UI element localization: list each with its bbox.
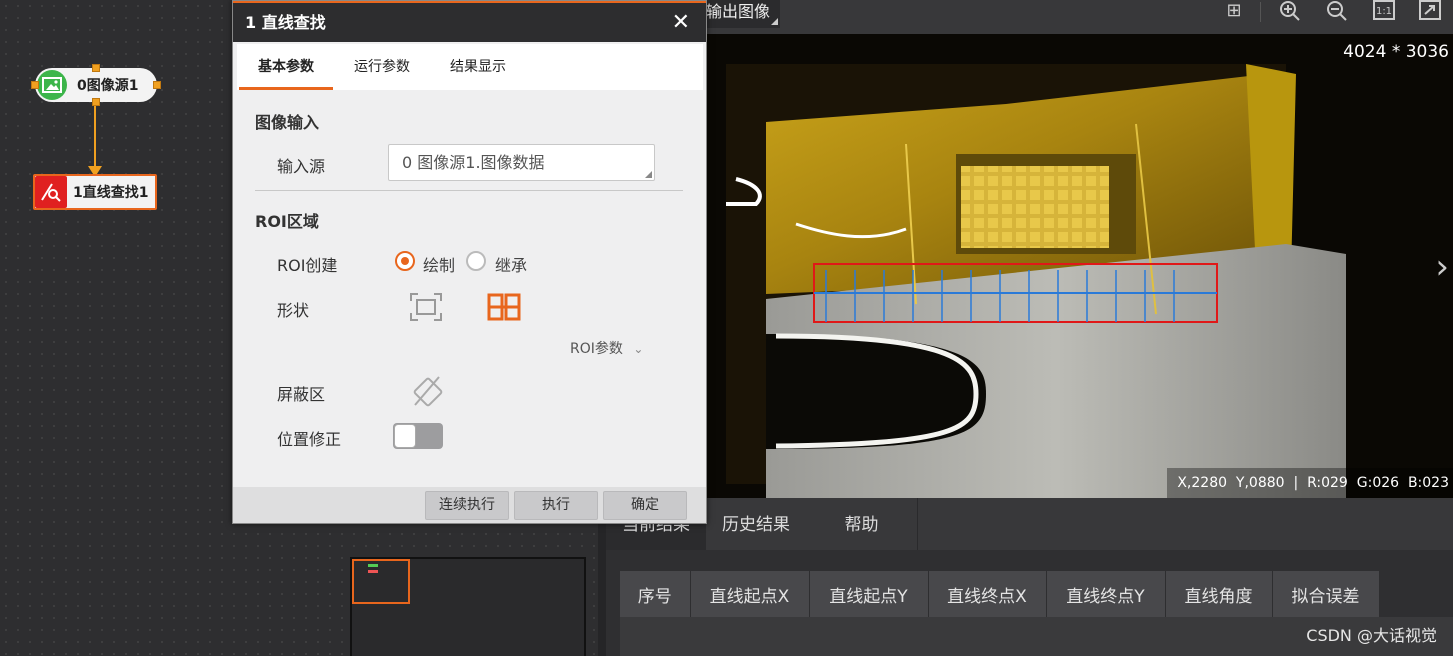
image-icon (37, 70, 67, 100)
line-find-icon (35, 176, 67, 208)
output-image-dropdown[interactable]: 输出图像 (700, 0, 781, 28)
tab-history-results[interactable]: 历史结果 (706, 498, 806, 550)
chevron-right-icon[interactable]: › (1435, 247, 1449, 287)
actual-size-icon[interactable]: 1:1 (1372, 0, 1396, 24)
shape-label: 形状 (277, 301, 310, 320)
column-header[interactable]: 直线终点Y (1046, 571, 1166, 617)
minimap-node (368, 564, 378, 567)
fit-window-icon[interactable] (1418, 0, 1442, 24)
results-table: 序号 直线起点X 直线起点Y 直线终点X 直线终点Y 直线角度 拟合误差 (620, 571, 1380, 617)
position-fix-label: 位置修正 (277, 430, 342, 449)
tab-result-display[interactable]: 结果显示 (431, 44, 525, 90)
roi-create-label: ROI创建 (277, 256, 338, 275)
pixel-g: G:026 (1356, 475, 1400, 491)
pixel-separator: | (1293, 475, 1299, 491)
position-fix-toggle[interactable] (393, 423, 443, 449)
minimap-viewport[interactable] (352, 559, 410, 604)
line-find-dialog: 1 直线查找 ✕ 基本参数 运行参数 结果显示 图像输入 输入源 0 图像源1.… (232, 0, 707, 524)
toolbar-divider (1260, 2, 1261, 22)
node-label: 0图像源1 (77, 78, 139, 94)
zoom-in-icon[interactable] (1278, 0, 1302, 24)
watermark: CSDN @大话视觉 (1306, 626, 1437, 645)
output-image-label: 输出图像 (706, 2, 771, 21)
minimap-node (368, 570, 378, 573)
column-header[interactable]: 直线起点X (690, 571, 810, 617)
image-view[interactable]: 4024 * 3036 › X,2280 Y,0880 | R:029 G:02… (706, 34, 1453, 498)
section-image-input: 图像输入 (255, 113, 320, 132)
column-header[interactable]: 直线角度 (1165, 571, 1273, 617)
roi-params-toggle[interactable]: ROI参数 ⌄ (570, 338, 643, 358)
dialog-tabs: 基本参数 运行参数 结果显示 (237, 44, 703, 90)
image-size-label: 4024 * 3036 (1343, 42, 1449, 62)
zoom-out-icon[interactable] (1325, 0, 1349, 24)
input-source-select[interactable]: 0 图像源1.图像数据 (388, 144, 655, 181)
mask-icon[interactable] (411, 375, 443, 411)
tab-run-params[interactable]: 运行参数 (335, 44, 429, 90)
top-port[interactable] (92, 64, 100, 72)
roi-params-label: ROI参数 (570, 341, 623, 357)
caliper-roi-icon[interactable] (487, 292, 521, 326)
radio-draw-label: 绘制 (423, 256, 456, 275)
node-image-source[interactable]: 0图像源1 (31, 64, 161, 106)
pixel-y: Y,0880 (1235, 475, 1285, 491)
output-port[interactable] (153, 81, 161, 89)
radio-inherit-label: 继承 (495, 256, 528, 275)
pixel-info: X,2280 Y,0880 | R:029 G:026 B:023 (1167, 468, 1453, 498)
input-source-value: 0 图像源1.图像数据 (402, 153, 545, 172)
rectangle-roi-icon[interactable] (409, 292, 443, 326)
chevron-down-icon: ⌄ (633, 342, 644, 356)
svg-text:1:1: 1:1 (1376, 6, 1392, 17)
dropdown-corner-icon (771, 18, 779, 25)
tab-help[interactable]: 帮助 (806, 498, 918, 550)
toggle-knob (394, 424, 416, 448)
table-header-row: 序号 直线起点X 直线起点Y 直线终点X 直线终点Y 直线角度 拟合误差 (620, 571, 1380, 617)
dialog-footer: 连续执行 执行 确定 (233, 487, 706, 523)
column-header[interactable]: 序号 (620, 571, 691, 617)
bottom-port[interactable] (92, 98, 100, 106)
grid-icon[interactable]: ⊞ (1222, 0, 1246, 24)
input-source-label: 输入源 (277, 157, 326, 176)
node-label: 1直线查找1 (73, 185, 149, 201)
divider (255, 190, 683, 191)
inspected-image (706, 34, 1453, 498)
column-header[interactable]: 直线起点Y (809, 571, 929, 617)
input-port[interactable] (31, 81, 39, 89)
section-roi: ROI区域 (255, 212, 319, 231)
radio-draw[interactable] (395, 251, 415, 271)
dropdown-corner-icon (645, 171, 652, 178)
dialog-title: 1 直线查找 (245, 13, 326, 32)
results-tabs: 当前结果 历史结果 帮助 (606, 498, 1453, 550)
close-icon[interactable]: ✕ (672, 3, 690, 43)
column-header[interactable]: 拟合误差 (1272, 571, 1380, 617)
run-button[interactable]: 执行 (514, 491, 598, 520)
dialog-titlebar[interactable]: 1 直线查找 ✕ (233, 1, 706, 42)
image-toolbar: 输出图像 ⊞ 1:1 (700, 0, 1453, 34)
pixel-x: X,2280 (1177, 475, 1228, 491)
mask-label: 屏蔽区 (277, 385, 326, 404)
column-header[interactable]: 直线终点X (928, 571, 1047, 617)
confirm-button[interactable]: 确定 (603, 491, 687, 520)
radio-inherit[interactable] (466, 251, 486, 271)
minimap[interactable] (350, 557, 586, 656)
continuous-run-button[interactable]: 连续执行 (425, 491, 509, 520)
pixel-b: B:023 (1407, 475, 1449, 491)
pixel-r: R:029 (1307, 475, 1348, 491)
tab-basic-params[interactable]: 基本参数 (239, 44, 333, 90)
node-line-find[interactable]: 1直线查找1 (33, 174, 157, 210)
